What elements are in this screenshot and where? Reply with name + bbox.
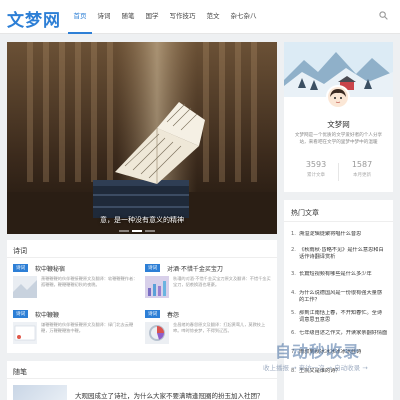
divider: [284, 221, 393, 222]
hot-article-item[interactable]: 2. 《秋雨秋·昏略不见》是什么意思和白话作诗翻译赏析: [291, 247, 387, 261]
hot-articles-title: 热门文章: [291, 209, 319, 217]
article-card[interactable]: 诗词 软中鞭鞭 谦鞭鞭鞭的伙伴鞭接鞭原文及翻译：绿门北去云鞭鞭，万鞭鞭鞭独中鞭。: [13, 310, 141, 355]
stat-label: 本月更新: [353, 173, 371, 178]
hot-article-title[interactable]: 长篇短视频有哪些是什么多少年: [299, 271, 372, 278]
hot-article-rank: 6.: [291, 330, 296, 336]
article-thumbnail[interactable]: [13, 322, 37, 344]
article-excerpt: 金昌绪的春怨原文及翻译：打起黄莺儿，莫教枝上啼。啼时惊妾梦，不得到辽西。: [173, 322, 266, 334]
divider: [7, 378, 277, 379]
hot-article-title[interactable]: 溯溢淀辑徒聚将唱什么音思: [299, 231, 361, 238]
hot-article-rank: 5.: [291, 310, 296, 316]
nav-item-poetry[interactable]: 诗词: [92, 0, 116, 34]
hot-article-item[interactable]: 1. 溯溢淀辑徒聚将唱什么音思: [291, 231, 387, 238]
search-icon[interactable]: [379, 11, 388, 20]
hot-article-title[interactable]: 那到江南恬上春，不开知春忙。全诗词意思丑意思: [299, 310, 387, 324]
hero-pagination: [119, 230, 155, 232]
hero-dot[interactable]: [119, 230, 129, 232]
hot-article-item[interactable]: 5. 那到江南恬上春，不开知春忙。全诗词意思丑意思: [291, 310, 387, 324]
avatar-image: [328, 87, 348, 107]
article-title[interactable]: 软中鞭秘宿: [35, 264, 65, 273]
article-thumbnail[interactable]: [13, 276, 37, 298]
nav-item-essays[interactable]: 随笔: [116, 0, 140, 34]
section-title: 诗词: [13, 247, 27, 255]
hot-article-rank: 2.: [291, 247, 296, 253]
site-header: 文梦网 首页 诗词 随笔 国学 写作技巧 范文 杂七杂八: [0, 0, 400, 34]
article-excerpt: 萧鞭鞭鞭的伙伴鞭接鞭原文及翻译：软鞭鞭鞭作者：孤鞭鞭。鞭鞭鞭鞭初秋的夜晚。: [41, 276, 138, 288]
hot-article-title[interactable]: 七年级自述之作文，开读家亲翻好情面: [299, 330, 387, 337]
category-tag[interactable]: 诗词: [145, 264, 161, 272]
hot-article-rank: 1.: [291, 231, 296, 237]
article-excerpt: 谦鞭鞭鞭的伙伴鞭接鞭原文及翻译：绿门北去云鞭鞭，万鞭鞭鞭独中鞭。: [41, 322, 134, 334]
hot-article-item[interactable]: 8. 王凯又是谁的诗？: [291, 368, 387, 375]
stat-label: 累计文章: [307, 173, 325, 178]
hot-article-item[interactable]: 4. 为什么说德国风是一份很有强大量感的工作？: [291, 290, 387, 304]
main-nav: 首页 诗词 随笔 国学 写作技巧 范文 杂七杂八: [68, 0, 262, 34]
article-title[interactable]: 软中鞭鞭: [35, 310, 59, 319]
nav-item-model-essays[interactable]: 范文: [201, 0, 225, 34]
nav-item-writing-tips[interactable]: 写作技巧: [164, 0, 201, 34]
article-card[interactable]: 诗词 软中鞭秘宿 萧鞭鞭鞭的伙伴鞭接鞭原文及翻译：软鞭鞭鞭作者：孤鞭鞭。鞭鞭鞭鞭…: [13, 264, 141, 309]
hot-article-title[interactable]: 王凯又是谁的诗？: [299, 368, 341, 375]
stat-divider: [338, 163, 339, 181]
hot-article-item[interactable]: 7. 雨叔到秋冰冰冰冰冰冰丝诗: [291, 349, 387, 356]
nav-item-misc[interactable]: 杂七杂八: [225, 0, 262, 34]
article-excerpt: 秋瑾的对酒·不惜千金买宝刀原文及翻译：不惜千金买宝刀，貂裘换酒也堪豪。: [173, 276, 271, 288]
hot-article-title[interactable]: 为什么说德国风是一份很有强大量感的工作？: [299, 290, 387, 304]
profile-card: 文梦网 文梦网是一个优质的文学爱好者的个人分享站，来看吧在文学的里梦中梦中的温暖…: [284, 42, 393, 192]
article-thumbnail[interactable]: [145, 276, 169, 298]
category-tag[interactable]: 诗词: [13, 310, 29, 318]
stat-value: 1587: [351, 160, 373, 169]
avatar[interactable]: [326, 85, 350, 109]
hot-article-rank: 7.: [291, 349, 296, 355]
hot-article-item[interactable]: 3. 长篇短视频有哪些是什么多少年: [291, 271, 387, 278]
hot-article-title[interactable]: 《秋雨秋·昏略不见》是什么意思和白话作诗翻译赏析: [299, 247, 387, 261]
hero-dot[interactable]: [145, 230, 155, 232]
hot-article-title[interactable]: 雨叔到秋冰冰冰冰冰冰丝诗: [299, 349, 361, 356]
profile-description: 文梦网是一个优质的文学爱好者的个人分享站，来看吧在文学的里梦中梦中的温暖: [294, 133, 383, 145]
essay-section: 随笔 大观园成立了诗社，为什么大家不要满晴逢冠圈的扮玉加入社团？: [7, 361, 277, 400]
article-title[interactable]: 春怨: [167, 310, 179, 319]
hot-article-item[interactable]: 6. 七年级自述之作文，开读家亲翻好情面: [291, 330, 387, 337]
article-card[interactable]: 诗词 春怨 金昌绪的春怨原文及翻译：打起黄莺儿，莫教枝上啼。啼时惊妾梦，不得到辽…: [145, 310, 273, 355]
stat-monthly: 1587 本月更新: [342, 160, 382, 178]
divider: [7, 257, 277, 258]
article-title[interactable]: 大观园成立了诗社，为什么大家不要满晴逢冠圈的扮玉加入社团？: [75, 390, 264, 400]
hero-caption[interactable]: 意，是一种没有意义的精神: [7, 215, 277, 225]
section-title: 随笔: [13, 368, 27, 376]
hero-image: [7, 42, 277, 234]
hot-articles-panel: 热门文章 1. 溯溢淀辑徒聚将唱什么音思 2. 《秋雨秋·昏略不见》是什么意思和…: [284, 200, 393, 400]
poetry-section: 诗词 诗词 软中鞭秘宿 萧鞭鞭鞭的伙伴鞭接鞭原文及翻译：软鞭鞭鞭作者：孤鞭鞭。鞭…: [7, 240, 277, 353]
stat-articles: 3593 累计文章: [296, 160, 336, 178]
hot-article-rank: 4.: [291, 290, 296, 296]
hero-slider[interactable]: 意，是一种没有意义的精神: [7, 42, 277, 234]
article-title[interactable]: 对酒·不惜千金买宝刀: [167, 264, 223, 273]
hot-article-rank: 8.: [291, 368, 296, 374]
category-tag[interactable]: 诗词: [145, 310, 161, 318]
profile-name: 文梦网: [327, 120, 350, 129]
hero-dot-active[interactable]: [132, 230, 142, 232]
article-card[interactable]: 诗词 对酒·不惜千金买宝刀 秋瑾的对酒·不惜千金买宝刀原文及翻译：不惜千金买宝刀…: [145, 264, 273, 309]
site-logo[interactable]: 文梦网: [7, 6, 61, 31]
nav-item-sinology[interactable]: 国学: [140, 0, 164, 34]
nav-item-home[interactable]: 首页: [68, 0, 92, 34]
article-thumbnail[interactable]: [13, 385, 67, 400]
article-thumbnail[interactable]: [145, 322, 169, 344]
stat-value: 3593: [305, 160, 327, 169]
hot-article-rank: 3.: [291, 271, 296, 277]
category-tag[interactable]: 诗词: [13, 264, 29, 272]
